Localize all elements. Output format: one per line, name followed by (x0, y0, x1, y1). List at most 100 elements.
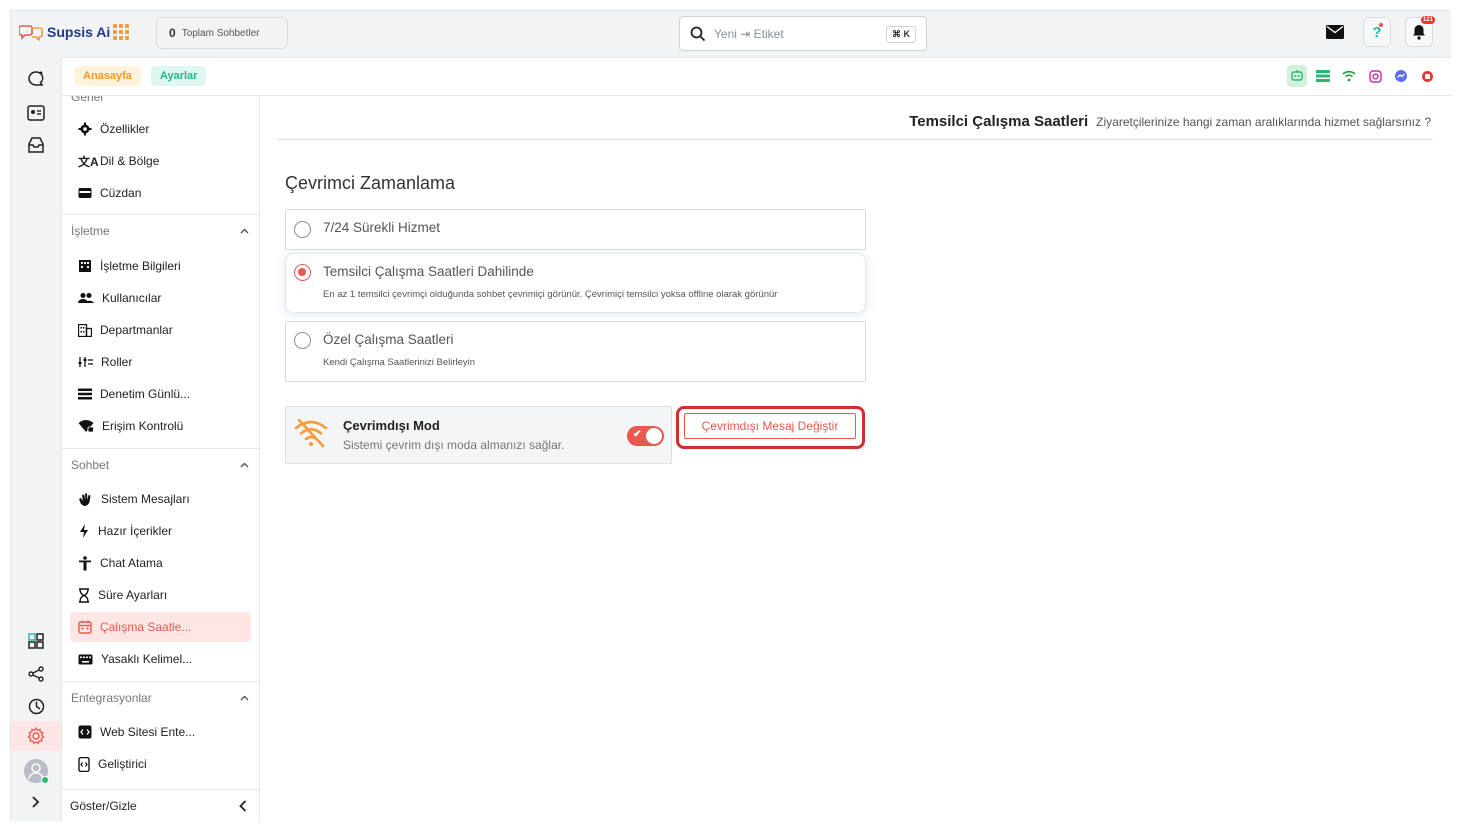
search-input[interactable]: Yeni ⇥ Etiket ⌘ K (679, 16, 927, 51)
logo[interactable]: Supsis Ai (18, 23, 110, 42)
sidebar-item-chat-assignment[interactable]: Chat Atama (70, 548, 251, 578)
section-integrations-header[interactable]: Entegrasyonlar (62, 681, 259, 713)
sidebar-item-audit-log[interactable]: Denetim Günlü... (70, 379, 251, 409)
sidebar-item-wallet[interactable]: Cüzdan (70, 178, 251, 208)
channel-livechat[interactable] (1287, 65, 1307, 87)
contact-card-icon (27, 105, 45, 121)
section-business-header[interactable]: İşletme (62, 214, 259, 246)
rail-share[interactable] (24, 662, 48, 686)
chat-bubbles-logo-icon (18, 23, 43, 42)
section-general-title: Genel (71, 96, 104, 104)
sidebar-item-developer[interactable]: Geliştirici (70, 749, 251, 779)
apps-grid-icon[interactable] (113, 24, 129, 40)
sidebar-item-users[interactable]: Kullanıcılar (70, 283, 251, 313)
sidebar-item-banned-words[interactable]: Yasaklı Kelimel... (70, 644, 251, 674)
radio-button-selected[interactable] (294, 264, 311, 281)
breadcrumb-settings[interactable]: Ayarlar (150, 66, 207, 86)
sidebar-item-language[interactable]: 文A Dil & Bölge (70, 146, 251, 176)
conversation-count: 0 (169, 26, 176, 40)
rail-inbox[interactable] (24, 133, 48, 157)
option-label: 7/24 Sürekli Hizmet (323, 220, 441, 235)
conversation-counter[interactable]: 0 Toplam Sohbetler (156, 17, 288, 49)
change-offline-message-button[interactable]: Çevrimdışı Mesaj Değiştir (684, 413, 856, 439)
channel-messenger[interactable] (1391, 65, 1411, 87)
channel-instagram[interactable] (1365, 65, 1385, 87)
channel-bar (1287, 65, 1437, 87)
sidebar-item-features[interactable]: Özellikler (70, 114, 251, 144)
sidebar-item-business-info[interactable]: İşletme Bilgileri (70, 251, 251, 281)
breadcrumb-home[interactable]: Anasayfa (74, 66, 141, 86)
option-always-on[interactable]: 7/24 Sürekli Hizmet (285, 209, 866, 250)
rail-dashboard[interactable] (24, 629, 48, 653)
page-title: Temsilci Çalışma Saatleri (909, 113, 1089, 130)
channel-wifi[interactable] (1339, 65, 1359, 87)
offline-mode-title: Çevrimdışı Mod (343, 418, 440, 433)
instagram-icon (1368, 69, 1382, 83)
sidebar-item-departments[interactable]: Departmanlar (70, 315, 251, 345)
radio-button[interactable] (294, 221, 311, 238)
bell-icon (1413, 25, 1425, 40)
section-integrations-title: Entegrasyonlar (71, 690, 152, 705)
sidebar-item-label: Denetim Günlü... (100, 387, 191, 401)
bolt-icon (80, 524, 88, 538)
conversation-count-label: Toplam Sohbetler (181, 27, 260, 39)
sidebar-item-label: Dil & Bölge (100, 154, 160, 168)
channel-other[interactable] (1417, 65, 1437, 87)
channel-list[interactable] (1313, 65, 1333, 87)
gear-icon (78, 122, 92, 136)
sidebar-item-working-hours[interactable]: Çalışma Saatle... (70, 612, 251, 642)
rail-reports[interactable] (24, 694, 48, 718)
rail-settings[interactable] (11, 721, 61, 751)
sidebar-item-time-settings[interactable]: Süre Ayarları (70, 580, 251, 610)
rail-expand[interactable] (24, 790, 48, 814)
breadcrumb: Anasayfa Ayarlar (74, 66, 207, 86)
help-button[interactable]: ? (1363, 17, 1391, 47)
mail-icon (1326, 25, 1344, 39)
option-description: En az 1 temsilci çevrimçi olduğunda sohb… (323, 289, 778, 300)
mail-button[interactable] (1321, 17, 1349, 47)
sidebar-toggle[interactable]: Göster/Gizle (62, 789, 259, 822)
notification-badge: 121 (1420, 16, 1435, 24)
sidebar-item-website-integration[interactable]: Web Sitesi Ente... (70, 717, 251, 747)
search-shortcut: ⌘ K (886, 26, 916, 43)
list-icon (78, 388, 92, 400)
sidebar-item-label: Departmanlar (100, 323, 173, 337)
sidebar-item-label: Çalışma Saatle... (100, 620, 192, 634)
sidebar-item-access-control[interactable]: Erişim Kontrolü (70, 411, 251, 441)
section-chat-header[interactable]: Sohbet (62, 448, 259, 480)
option-custom-hours[interactable]: Özel Çalışma Saatleri Kendi Çalışma Saat… (285, 321, 866, 382)
content-area: Anasayfa Ayarlar Genel Özellikler 文A Dil… (61, 57, 1452, 822)
section-chat-title: Sohbet (71, 457, 110, 472)
rail-chats[interactable] (24, 67, 48, 91)
offline-mode-description: Sistemi çevrim dışı moda almanızı sağlar… (343, 438, 565, 452)
option-description: Kendi Çalışma Saatlerinizi Belirleyin (323, 357, 476, 368)
radio-button[interactable] (294, 332, 311, 349)
sidebar-item-system-messages[interactable]: Sistem Mesajları (70, 484, 251, 514)
person-icon (79, 555, 91, 570)
sidebar-item-label: Cüzdan (100, 186, 142, 200)
wifi-off-icon (294, 418, 328, 448)
rail-avatar[interactable] (24, 759, 49, 784)
sidebar-item-roles[interactable]: Roller (70, 347, 251, 377)
option-agent-hours[interactable]: Temsilci Çalışma Saatleri Dahilinde En a… (285, 253, 866, 313)
dashboard-grid-icon (28, 633, 44, 649)
chat-icon (28, 71, 44, 86)
calendar-icon (78, 620, 92, 634)
sidebar-item-label: Roller (101, 355, 133, 369)
inbox-icon (28, 137, 44, 153)
rail-contacts[interactable] (24, 101, 48, 125)
top-bar: Supsis Ai 0 Toplam Sohbetler Yeni ⇥ Etik… (11, 11, 1451, 57)
offline-mode-toggle[interactable]: ✔ (627, 426, 664, 446)
app-window: Supsis Ai 0 Toplam Sohbetler Yeni ⇥ Etik… (10, 10, 1452, 822)
offline-mode-card: Çevrimdışı Mod Sistemi çevrim dışı moda … (285, 406, 672, 464)
main-panel: Temsilci Çalışma Saatleri Ziyaretçilerin… (261, 96, 1452, 822)
sidebar-item-label: Erişim Kontrolü (102, 419, 184, 433)
notifications-button[interactable]: 121 (1405, 16, 1435, 47)
sidebar-item-canned-responses[interactable]: Hazır İçerikler (70, 516, 251, 546)
department-icon (78, 323, 92, 337)
page-subtitle: Ziyaretçilerinize hangi zaman aralıkları… (1096, 114, 1431, 129)
share-icon (28, 666, 44, 682)
chat-app-icon (1421, 70, 1433, 82)
avatar (24, 759, 49, 784)
page-header: Temsilci Çalışma Saatleri Ziyaretçilerin… (277, 104, 1433, 140)
